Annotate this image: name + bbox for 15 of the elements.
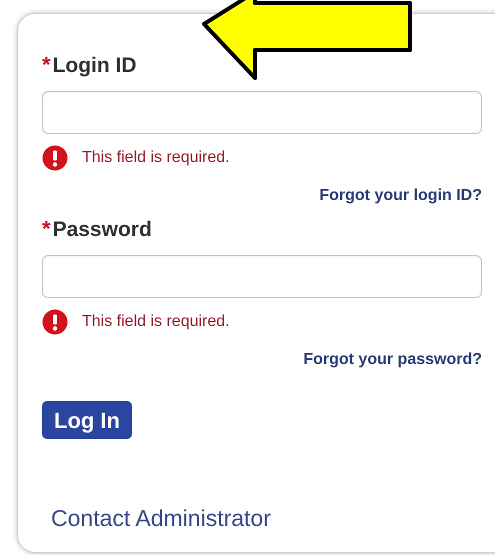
forgot-link[interactable]: Forgot your password? [303,348,482,372]
error-message: This field is required. [82,148,230,168]
contact-link[interactable]: Contact Administrator [51,505,271,531]
login-button[interactable]: Log In [42,401,132,439]
input-field[interactable] [42,255,482,298]
required-mark: * [42,218,51,240]
error-message: This field is required. [82,312,230,332]
forgot-link[interactable]: Forgot your login ID? [319,184,482,208]
arrow-icon [202,0,414,80]
field-label: Login ID [52,54,137,76]
required-mark: * [42,54,51,76]
error-icon [42,309,68,335]
field-label: Password [52,218,152,240]
input-field[interactable] [42,91,482,134]
error-icon [42,145,68,171]
